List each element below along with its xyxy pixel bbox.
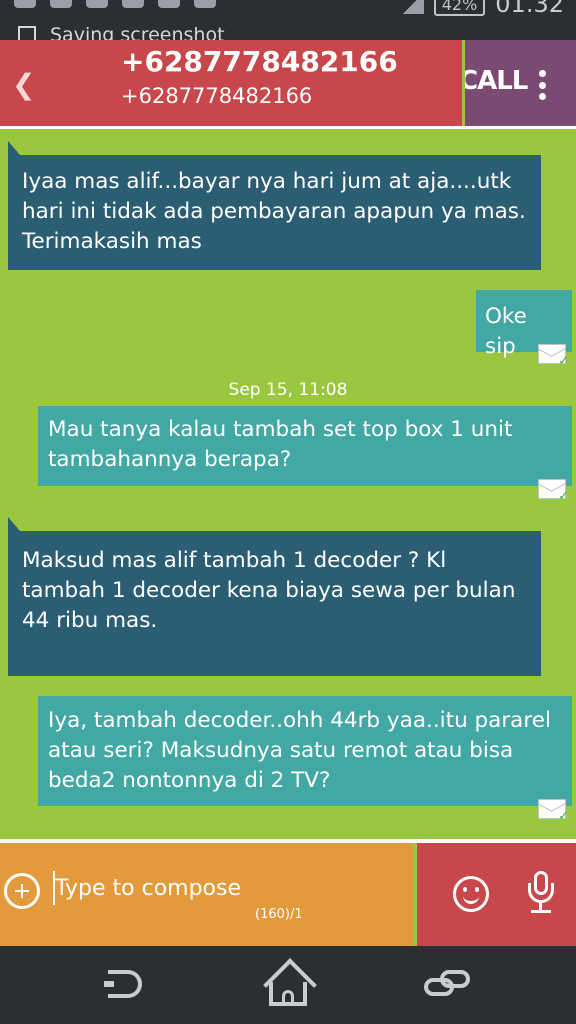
envelope-check-icon (538, 479, 569, 504)
clock: 01.32 (495, 0, 564, 18)
compose-input[interactable] (53, 871, 385, 905)
bubble-tail (8, 517, 20, 531)
outgoing-message[interactable]: Mau tanya kalau tambah set top box 1 uni… (38, 406, 572, 486)
message-text: Iyaa mas alif...bayar nya hari jum at aj… (22, 169, 526, 254)
incoming-message[interactable]: Iyaa mas alif...bayar nya hari jum at aj… (8, 141, 541, 270)
message-text: Oke sip (485, 304, 527, 359)
message-timestamp: Sep 15, 11:08 (228, 380, 348, 400)
incoming-message[interactable]: Maksud mas alif tambah 1 decoder ? Kl ta… (8, 517, 541, 676)
notification-text: Saving screenshot (50, 24, 225, 40)
message-text: Mau tanya kalau tambah set top box 1 uni… (48, 417, 513, 472)
notification-icon (86, 0, 108, 8)
smiley-icon[interactable] (453, 876, 489, 912)
outgoing-message[interactable]: Iya, tambah decoder..ohh 44rb yaa..itu p… (38, 696, 572, 806)
notification-icon (14, 0, 36, 8)
envelope-check-icon (538, 799, 569, 824)
system-indicators: 42% 01.32 (401, 0, 564, 18)
notification-icons (14, 0, 216, 8)
microphone-icon[interactable] (526, 871, 556, 917)
add-circle-icon[interactable] (4, 873, 40, 909)
notification-icon (50, 0, 72, 8)
screenshot-notification: Saving screenshot (18, 24, 225, 40)
call-button[interactable]: CALL (465, 66, 528, 96)
compose-bar: (160)/1 (0, 843, 413, 946)
status-bar: 42% 01.32 Saving screenshot (0, 0, 576, 40)
system-nav-bar (0, 946, 576, 1024)
notification-icon (158, 0, 180, 8)
message-text: Iya, tambah decoder..ohh 44rb yaa..itu p… (48, 708, 551, 793)
signal-icon (401, 0, 424, 14)
battery-level: 42% (433, 0, 486, 16)
envelope-check-icon (538, 344, 569, 369)
call-panel: CALL (465, 40, 576, 126)
contact-title: +6287778482166 (121, 45, 398, 78)
screenshot-icon (18, 26, 36, 40)
notification-icon (122, 0, 144, 8)
contact-header[interactable]: ❮ +6287778482166 +6287778482166 (0, 40, 462, 126)
message-text: Maksud mas alif tambah 1 decoder ? Kl ta… (22, 548, 516, 633)
compose-actions (417, 843, 576, 946)
message-list[interactable]: Iyaa mas alif...bayar nya hari jum at aj… (0, 129, 576, 839)
contact-number: +6287778482166 (121, 84, 313, 108)
nav-back-icon[interactable] (104, 970, 142, 998)
conversation-header: ❮ +6287778482166 +6287778482166 CALL (0, 40, 576, 129)
nav-recent-icon[interactable] (424, 968, 472, 1000)
character-counter: (160)/1 (255, 907, 303, 922)
bubble-tail (8, 141, 20, 155)
nav-home-icon[interactable] (258, 958, 318, 1012)
chevron-left-icon[interactable]: ❮ (12, 68, 35, 101)
kebab-menu-icon[interactable] (539, 70, 547, 100)
notification-icon (194, 0, 216, 8)
